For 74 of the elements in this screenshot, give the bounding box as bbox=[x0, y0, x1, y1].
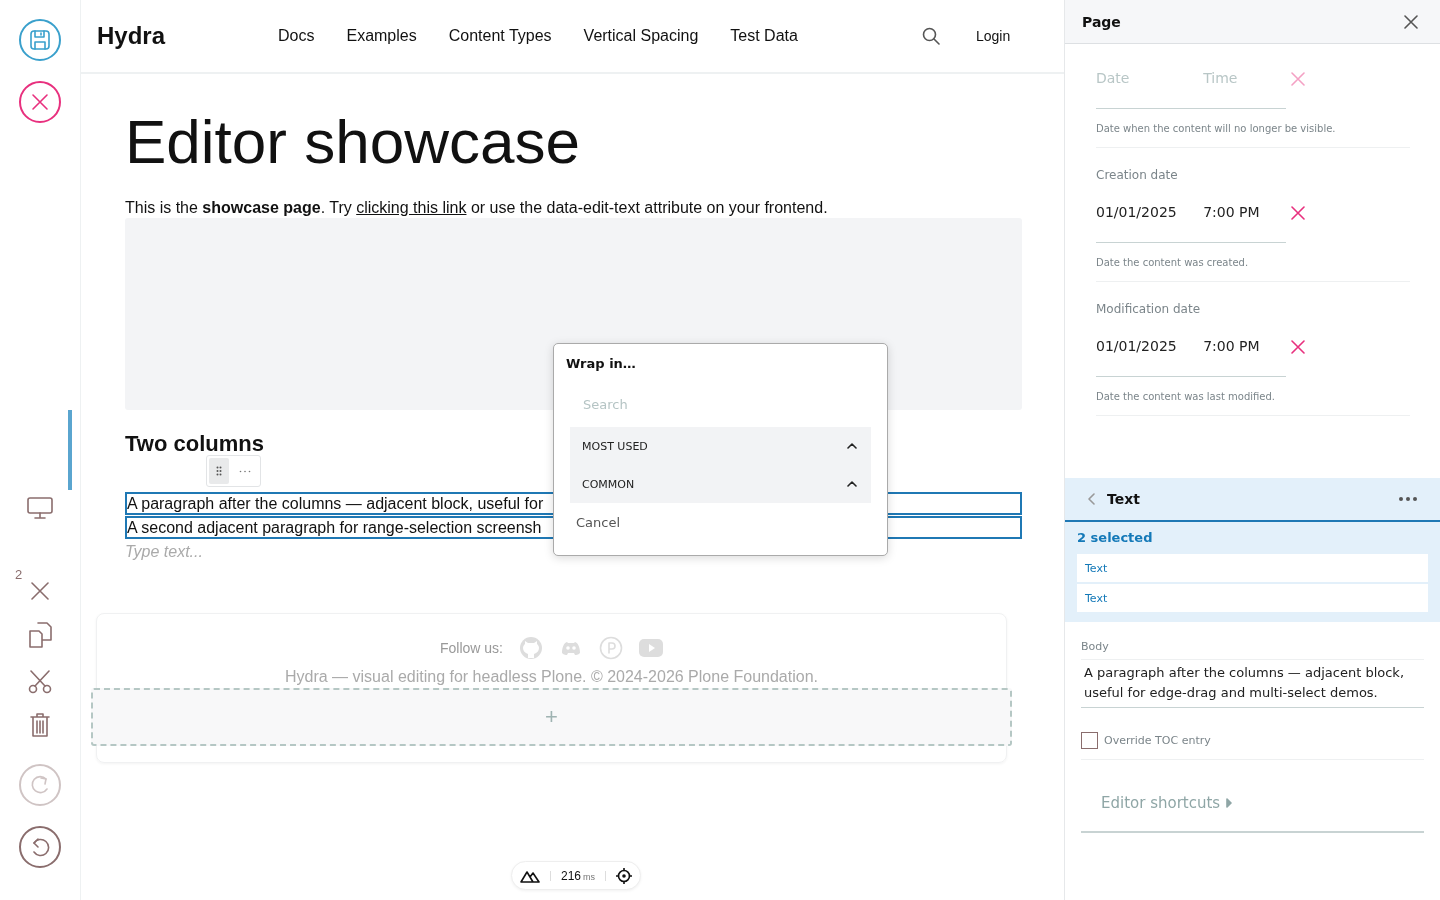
selected-block-item[interactable]: Text bbox=[1077, 584, 1428, 612]
trash-icon bbox=[29, 712, 51, 738]
more-icon bbox=[239, 469, 251, 473]
chevron-up-icon bbox=[847, 443, 857, 449]
close-icon bbox=[1404, 14, 1418, 29]
nav-link[interactable]: Vertical Spacing bbox=[583, 27, 699, 45]
time-input[interactable]: 7:00 PM bbox=[1203, 338, 1286, 354]
github-icon bbox=[519, 636, 543, 661]
delete-button[interactable] bbox=[29, 712, 51, 738]
block-title: Text bbox=[1107, 491, 1141, 507]
monitor-icon bbox=[27, 497, 53, 519]
section-heading: Two columns bbox=[125, 432, 264, 457]
text-link[interactable]: clicking this link bbox=[356, 199, 467, 217]
chevron-up-icon bbox=[847, 481, 857, 487]
search-icon bbox=[921, 27, 940, 45]
group-header[interactable]: MOST USED bbox=[570, 427, 871, 465]
copy-icon bbox=[28, 622, 52, 648]
chevron-left-icon bbox=[1087, 493, 1095, 505]
grip-icon bbox=[216, 466, 222, 476]
selection-count: 2 bbox=[15, 567, 23, 582]
scissors-icon bbox=[28, 670, 52, 694]
close-icon bbox=[1291, 340, 1305, 354]
field-label: Body bbox=[1081, 640, 1424, 660]
search-button[interactable] bbox=[921, 27, 940, 45]
close-icon bbox=[31, 582, 49, 600]
close-icon bbox=[30, 92, 50, 112]
time-input[interactable]: 7:00 PM bbox=[1203, 204, 1286, 220]
help-text: Date the content was created. bbox=[1096, 256, 1250, 270]
dialog-title: Wrap in… bbox=[566, 356, 637, 371]
nav-link[interactable]: Docs bbox=[278, 27, 315, 45]
more-icon bbox=[1398, 496, 1418, 502]
timing-value: 216 ms bbox=[561, 868, 596, 883]
date-input[interactable]: 01/01/2025 bbox=[1096, 204, 1204, 220]
close-button[interactable] bbox=[1404, 14, 1418, 29]
selected-block-item[interactable]: Text bbox=[1077, 554, 1428, 582]
caret-right-icon bbox=[1226, 798, 1233, 808]
field-label: Modification date bbox=[1096, 302, 1201, 316]
back-button[interactable] bbox=[1087, 493, 1095, 505]
help-text: Date when the content will no longer be visible. bbox=[1096, 122, 1337, 136]
clear-button[interactable] bbox=[1291, 340, 1305, 354]
field-label: Creation date bbox=[1096, 168, 1179, 182]
close-icon bbox=[1291, 206, 1305, 220]
drag-handle[interactable] bbox=[209, 458, 229, 484]
cancel-button[interactable] bbox=[19, 81, 61, 123]
selection-count: 2 selected bbox=[1077, 530, 1154, 545]
checkbox[interactable] bbox=[1081, 732, 1098, 749]
redo-icon bbox=[29, 774, 51, 796]
clear-button[interactable] bbox=[1291, 206, 1305, 220]
datetime-field[interactable]: 01/01/2025 7:00 PM bbox=[1096, 336, 1286, 377]
more-button[interactable] bbox=[1398, 496, 1418, 502]
checkbox-label: Override TOC entry bbox=[1104, 734, 1211, 747]
preview-button[interactable] bbox=[27, 497, 53, 519]
login-link[interactable]: Login bbox=[975, 28, 1011, 44]
site-title[interactable]: Hydra bbox=[97, 22, 278, 50]
undo-button[interactable] bbox=[19, 826, 61, 868]
datetime-field[interactable]: 01/01/2025 7:00 PM bbox=[1096, 202, 1286, 243]
crosshair-icon bbox=[616, 867, 633, 884]
copy-button[interactable] bbox=[28, 622, 52, 648]
date-input[interactable]: 01/01/2025 bbox=[1096, 338, 1204, 354]
copyright-text: Hydra — visual editing for headless Plone. © 2024-2026 Plone Foundation. bbox=[285, 668, 818, 687]
follow-label: Follow us: bbox=[440, 640, 503, 657]
nav-link[interactable]: Content Types bbox=[448, 27, 552, 45]
page-title: Editor showcase bbox=[125, 110, 581, 175]
intro-text: This is the showcase page. Try clicking this link or use the data-edit-text attribute on your frontend. bbox=[125, 198, 829, 219]
cut-button[interactable] bbox=[28, 670, 52, 694]
nav-link[interactable]: Examples bbox=[346, 27, 417, 45]
nav-link[interactable]: Test Data bbox=[730, 27, 798, 45]
group-header[interactable]: COMMON bbox=[570, 465, 871, 503]
mountain-icon bbox=[520, 868, 540, 883]
panel-title: Page bbox=[1082, 13, 1121, 30]
save-button[interactable] bbox=[19, 19, 61, 61]
close-icon bbox=[1291, 72, 1305, 86]
help-text: Date the content was last modified. bbox=[1096, 390, 1276, 404]
body-field[interactable]: A paragraph after the columns — adjacent block, useful for edge-drag and multi-select demos. bbox=[1081, 660, 1424, 708]
